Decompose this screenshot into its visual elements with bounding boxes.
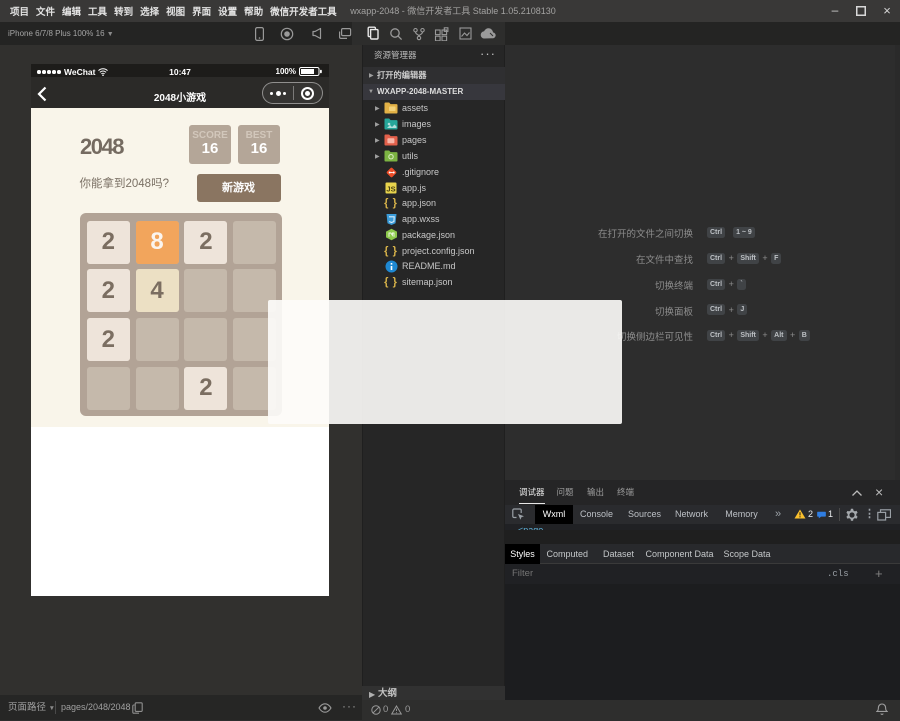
- svg-text:JS: JS: [386, 184, 395, 193]
